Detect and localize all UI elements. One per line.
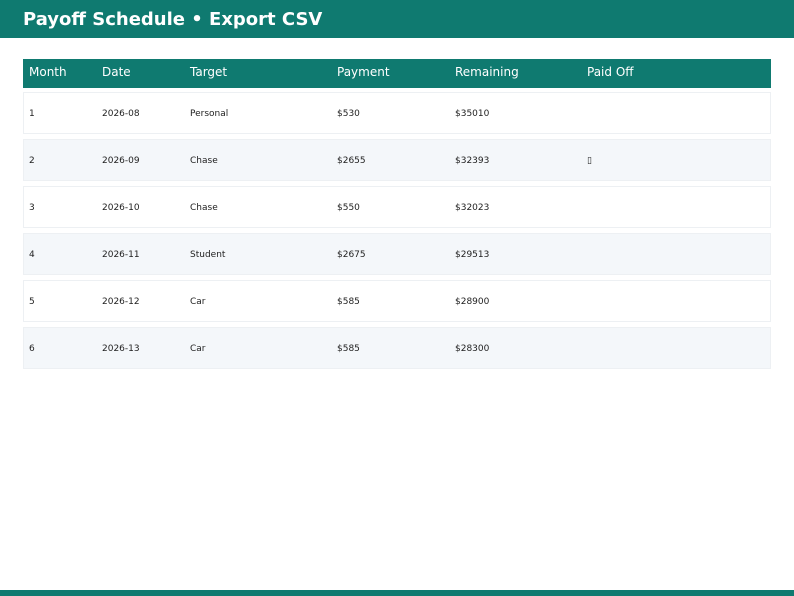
cell-payment: $2655 xyxy=(337,156,366,166)
column-header-paid-off[interactable]: Paid Off xyxy=(587,65,634,79)
cell-date: 2026-11 xyxy=(102,250,140,260)
column-header-month[interactable]: Month xyxy=(29,65,67,79)
cell-date: 2026-10 xyxy=(102,203,140,213)
footer-bar xyxy=(0,590,794,596)
cell-date: 2026-09 xyxy=(102,156,140,166)
cell-target: Chase xyxy=(190,156,218,166)
column-header-target[interactable]: Target xyxy=(190,65,227,79)
column-header-payment[interactable]: Payment xyxy=(337,65,390,79)
cell-target: Car xyxy=(190,344,206,354)
table-row[interactable]: 5 2026-12 Car $585 $28900 xyxy=(23,280,771,322)
app-header: Payoff Schedule • Export CSV xyxy=(0,0,794,38)
cell-remaining: $32393 xyxy=(455,156,490,166)
table-row[interactable]: 2 2026-09 Chase $2655 $32393 ▯ xyxy=(23,139,771,181)
cell-target: Personal xyxy=(190,109,229,119)
column-header-date[interactable]: Date xyxy=(102,65,131,79)
table-row[interactable]: 6 2026-13 Car $585 $28300 xyxy=(23,327,771,369)
cell-month: 5 xyxy=(29,297,35,307)
cell-remaining: $28300 xyxy=(455,344,490,354)
cell-remaining: $32023 xyxy=(455,203,490,213)
cell-remaining: $28900 xyxy=(455,297,490,307)
cell-target: Student xyxy=(190,250,226,260)
cell-remaining: $29513 xyxy=(455,250,490,260)
page-title: Payoff Schedule • Export CSV xyxy=(23,9,323,30)
cell-payment: $585 xyxy=(337,344,360,354)
app-window: Payoff Schedule • Export CSV Month Date … xyxy=(0,0,794,596)
table-row[interactable]: 3 2026-10 Chase $550 $32023 xyxy=(23,186,771,228)
cell-month: 1 xyxy=(29,109,35,119)
table-row[interactable]: 1 2026-08 Personal $530 $35010 xyxy=(23,92,771,134)
cell-target: Car xyxy=(190,297,206,307)
cell-payment: $530 xyxy=(337,109,360,119)
cell-payment: $585 xyxy=(337,297,360,307)
cell-month: 3 xyxy=(29,203,35,213)
cell-payment: $2675 xyxy=(337,250,366,260)
column-header-remaining[interactable]: Remaining xyxy=(455,65,519,79)
cell-month: 6 xyxy=(29,344,35,354)
cell-date: 2026-13 xyxy=(102,344,140,354)
cell-month: 4 xyxy=(29,250,35,260)
cell-month: 2 xyxy=(29,156,35,166)
cell-date: 2026-08 xyxy=(102,109,140,119)
paid-off-glyph-icon: ▯ xyxy=(587,156,592,166)
payoff-table: Month Date Target Payment Remaining Paid… xyxy=(23,59,771,369)
table-header: Month Date Target Payment Remaining Paid… xyxy=(23,59,771,88)
cell-remaining: $35010 xyxy=(455,109,490,119)
cell-target: Chase xyxy=(190,203,218,213)
table-row[interactable]: 4 2026-11 Student $2675 $29513 xyxy=(23,233,771,275)
cell-payment: $550 xyxy=(337,203,360,213)
cell-date: 2026-12 xyxy=(102,297,140,307)
